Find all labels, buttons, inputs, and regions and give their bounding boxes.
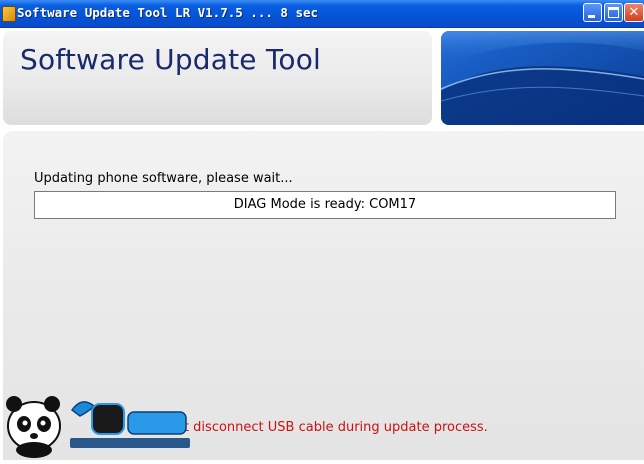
maximize-button[interactable] xyxy=(604,3,623,22)
app-icon xyxy=(2,6,16,22)
maximize-icon xyxy=(608,7,619,18)
panda-logo-icon xyxy=(6,396,190,458)
close-button[interactable]: ✕ xyxy=(624,3,644,22)
status-message-box: DIAG Mode is ready: COM17 xyxy=(34,191,616,219)
app-heading: Software Update Tool xyxy=(20,43,322,76)
minimize-button[interactable] xyxy=(583,3,602,22)
minimize-icon xyxy=(588,15,595,18)
usb-warning-text: ot disconnect USB cable during update pr… xyxy=(176,420,488,435)
window-title-bar[interactable]: Software Update Tool LR V1.7.5 ... 8 sec… xyxy=(0,0,644,28)
header-banner-graphic xyxy=(441,31,644,125)
window-title: Software Update Tool LR V1.7.5 ... 8 sec xyxy=(17,5,319,20)
watermark-logo xyxy=(0,388,196,460)
close-icon: ✕ xyxy=(628,5,640,20)
wave-banner-icon xyxy=(441,31,644,125)
status-label: Updating phone software, please wait... xyxy=(34,171,293,186)
